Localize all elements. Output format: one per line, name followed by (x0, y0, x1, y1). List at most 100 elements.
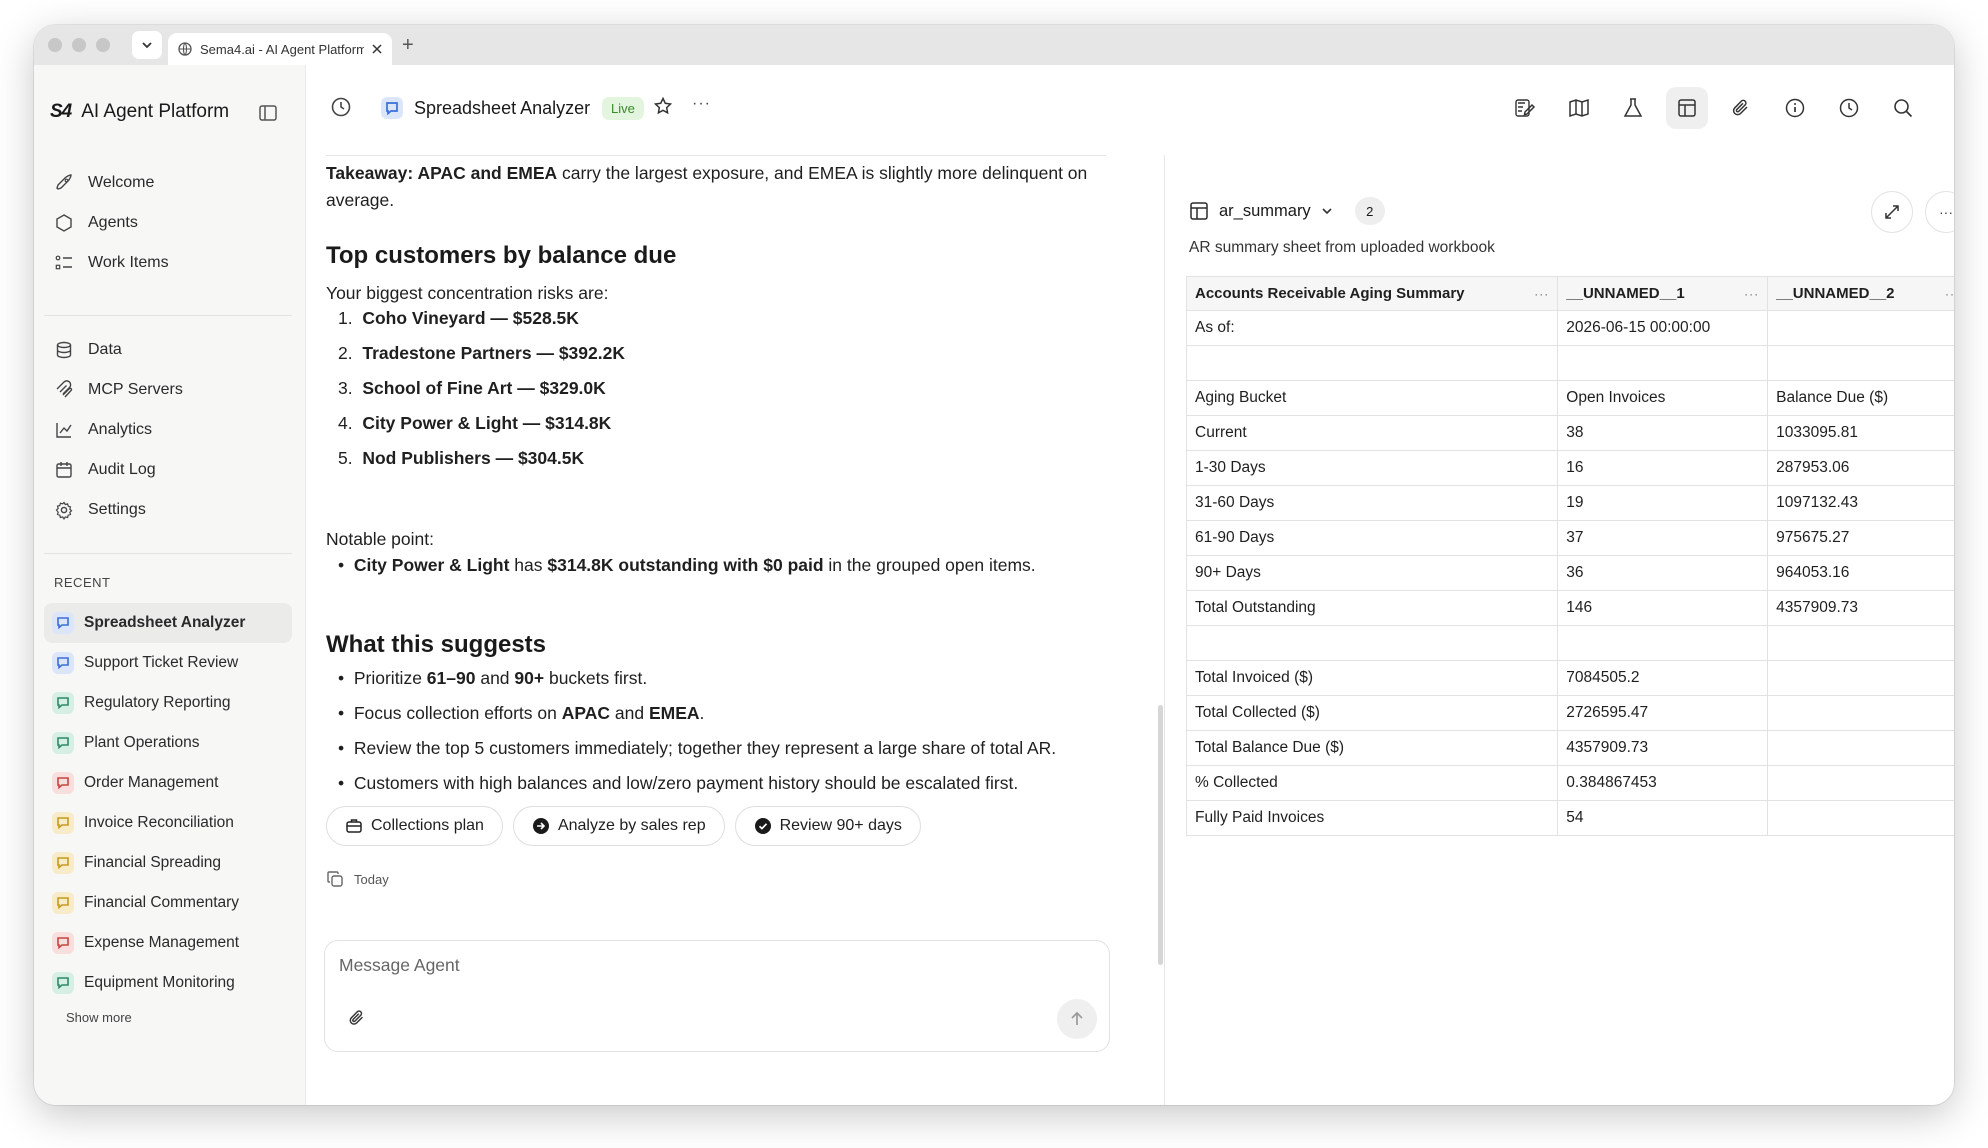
panel-more-button[interactable]: ··· (1925, 191, 1954, 233)
table-cell[interactable]: 975675.27 (1767, 520, 1954, 556)
sheet-selector[interactable]: ar_summary 2 (1189, 197, 1385, 225)
table-cell[interactable]: 61-90 Days (1185, 520, 1559, 556)
copy-icon[interactable] (326, 870, 344, 888)
table-cell[interactable]: 4357909.73 (1767, 590, 1954, 626)
tab-list-button[interactable] (132, 31, 162, 59)
attach-button[interactable] (347, 1008, 367, 1033)
nav-item-mcp-servers[interactable]: MCP Servers (50, 370, 290, 410)
sidebar-toggle-button[interactable] (258, 103, 278, 128)
table-cell[interactable] (1767, 310, 1954, 346)
search-tool-button[interactable] (1882, 87, 1924, 129)
recent-item[interactable]: Plant Operations (44, 723, 292, 763)
table-cell[interactable]: 19 (1557, 485, 1769, 521)
map-tool-button[interactable] (1558, 87, 1600, 129)
recent-item[interactable]: Expense Management (44, 923, 292, 963)
clock-tool-button[interactable] (1828, 87, 1870, 129)
table-cell[interactable]: Total Invoiced ($) (1185, 660, 1559, 696)
table-cell[interactable] (1767, 765, 1954, 801)
table-cell[interactable]: Open Invoices (1557, 380, 1769, 416)
table-cell[interactable]: 31-60 Days (1185, 485, 1559, 521)
table-cell[interactable]: Aging Bucket (1185, 380, 1559, 416)
column-header[interactable]: __UNNAMED__1 ··· (1557, 276, 1769, 311)
table-cell[interactable]: 1-30 Days (1185, 450, 1559, 486)
column-header[interactable]: Accounts Receivable Aging Summary ··· (1185, 276, 1559, 311)
info-tool-button[interactable] (1774, 87, 1816, 129)
nav-item-work-items[interactable]: Work Items (50, 243, 290, 283)
favorite-button[interactable] (653, 96, 673, 121)
brand[interactable]: S4 AI Agent Platform (50, 101, 229, 123)
table-cell[interactable]: 37 (1557, 520, 1769, 556)
table-cell[interactable]: 54 (1557, 800, 1769, 836)
table-cell[interactable] (1767, 730, 1954, 766)
recent-item[interactable]: Support Ticket Review (44, 643, 292, 683)
table-cell[interactable]: 964053.16 (1767, 555, 1954, 591)
nav-item-settings[interactable]: Settings (50, 490, 290, 530)
message-composer[interactable]: Message Agent (324, 940, 1110, 1052)
table-cell[interactable] (1767, 800, 1954, 836)
table-tool-button[interactable] (1666, 87, 1708, 129)
recent-item[interactable]: Order Management (44, 763, 292, 803)
table-cell[interactable] (1557, 345, 1769, 381)
table-cell[interactable] (1767, 625, 1954, 661)
table-cell[interactable]: 4357909.73 (1557, 730, 1769, 766)
table-cell[interactable]: 287953.06 (1767, 450, 1954, 486)
recent-item[interactable]: Spreadsheet Analyzer (44, 603, 292, 643)
table-cell[interactable]: 90+ Days (1185, 555, 1559, 591)
column-header[interactable]: __UNNAMED__2 ··· (1767, 276, 1954, 311)
recent-item[interactable]: Invoice Reconciliation (44, 803, 292, 843)
expand-button[interactable] (1871, 191, 1913, 233)
browser-tab[interactable]: Sema4.ai - AI Agent Platform (168, 33, 392, 65)
nav-item-agents[interactable]: Agents (50, 203, 290, 243)
attachments-tool-button[interactable] (1720, 87, 1762, 129)
table-cell[interactable]: Total Collected ($) (1185, 695, 1559, 731)
lab-tool-button[interactable] (1612, 87, 1654, 129)
table-cell[interactable]: Balance Due ($) (1767, 380, 1954, 416)
history-button[interactable] (330, 96, 352, 123)
recent-item[interactable]: Regulatory Reporting (44, 683, 292, 723)
column-menu-button[interactable]: ··· (1744, 287, 1759, 301)
table-cell[interactable]: Total Balance Due ($) (1185, 730, 1559, 766)
send-button[interactable] (1057, 999, 1097, 1039)
table-cell[interactable]: 1097132.43 (1767, 485, 1954, 521)
table-cell[interactable]: 7084505.2 (1557, 660, 1769, 696)
table-cell[interactable]: Total Outstanding (1185, 590, 1559, 626)
table-cell[interactable]: 146 (1557, 590, 1769, 626)
close-window-button[interactable] (48, 38, 62, 52)
message-input[interactable]: Message Agent (339, 955, 460, 976)
chat-scrollbar[interactable] (1158, 705, 1163, 965)
table-cell[interactable] (1185, 625, 1559, 661)
nav-item-analytics[interactable]: Analytics (50, 410, 290, 450)
recent-item[interactable]: Financial Commentary (44, 883, 292, 923)
table-cell[interactable]: 16 (1557, 450, 1769, 486)
table-cell[interactable]: 2726595.47 (1557, 695, 1769, 731)
nav-item-welcome[interactable]: Welcome (50, 163, 290, 203)
nav-item-data[interactable]: Data (50, 330, 290, 370)
zoom-window-button[interactable] (96, 38, 110, 52)
collections-plan-chip[interactable]: Collections plan (326, 806, 503, 846)
recent-item[interactable]: Financial Spreading (44, 843, 292, 883)
recent-item[interactable]: Equipment Monitoring (44, 963, 292, 1003)
new-tab-button[interactable]: + (402, 35, 414, 55)
nav-item-audit-log[interactable]: Audit Log (50, 450, 290, 490)
minimize-window-button[interactable] (72, 38, 86, 52)
table-cell[interactable]: 2026-06-15 00:00:00 (1557, 310, 1769, 346)
table-cell[interactable]: Current (1185, 415, 1559, 451)
table-cell[interactable] (1767, 660, 1954, 696)
column-menu-button[interactable]: ··· (1945, 287, 1954, 301)
table-cell[interactable]: 0.384867453 (1557, 765, 1769, 801)
agent-more-button[interactable]: ··· (692, 95, 711, 113)
table-cell[interactable]: Fully Paid Invoices (1185, 800, 1559, 836)
column-menu-button[interactable]: ··· (1534, 287, 1549, 301)
table-cell[interactable]: 38 (1557, 415, 1769, 451)
table-cell[interactable] (1185, 345, 1559, 381)
table-cell[interactable] (1557, 625, 1769, 661)
table-cell[interactable]: 1033095.81 (1767, 415, 1954, 451)
review-90-days-chip[interactable]: Review 90+ days (734, 806, 921, 846)
table-cell[interactable] (1767, 695, 1954, 731)
show-more-link[interactable]: Show more (66, 1010, 132, 1025)
table-cell[interactable]: % Collected (1185, 765, 1559, 801)
edit-tool-button[interactable] (1504, 87, 1546, 129)
table-cell[interactable]: As of: (1185, 310, 1559, 346)
table-cell[interactable]: 36 (1557, 555, 1769, 591)
table-cell[interactable] (1767, 345, 1954, 381)
